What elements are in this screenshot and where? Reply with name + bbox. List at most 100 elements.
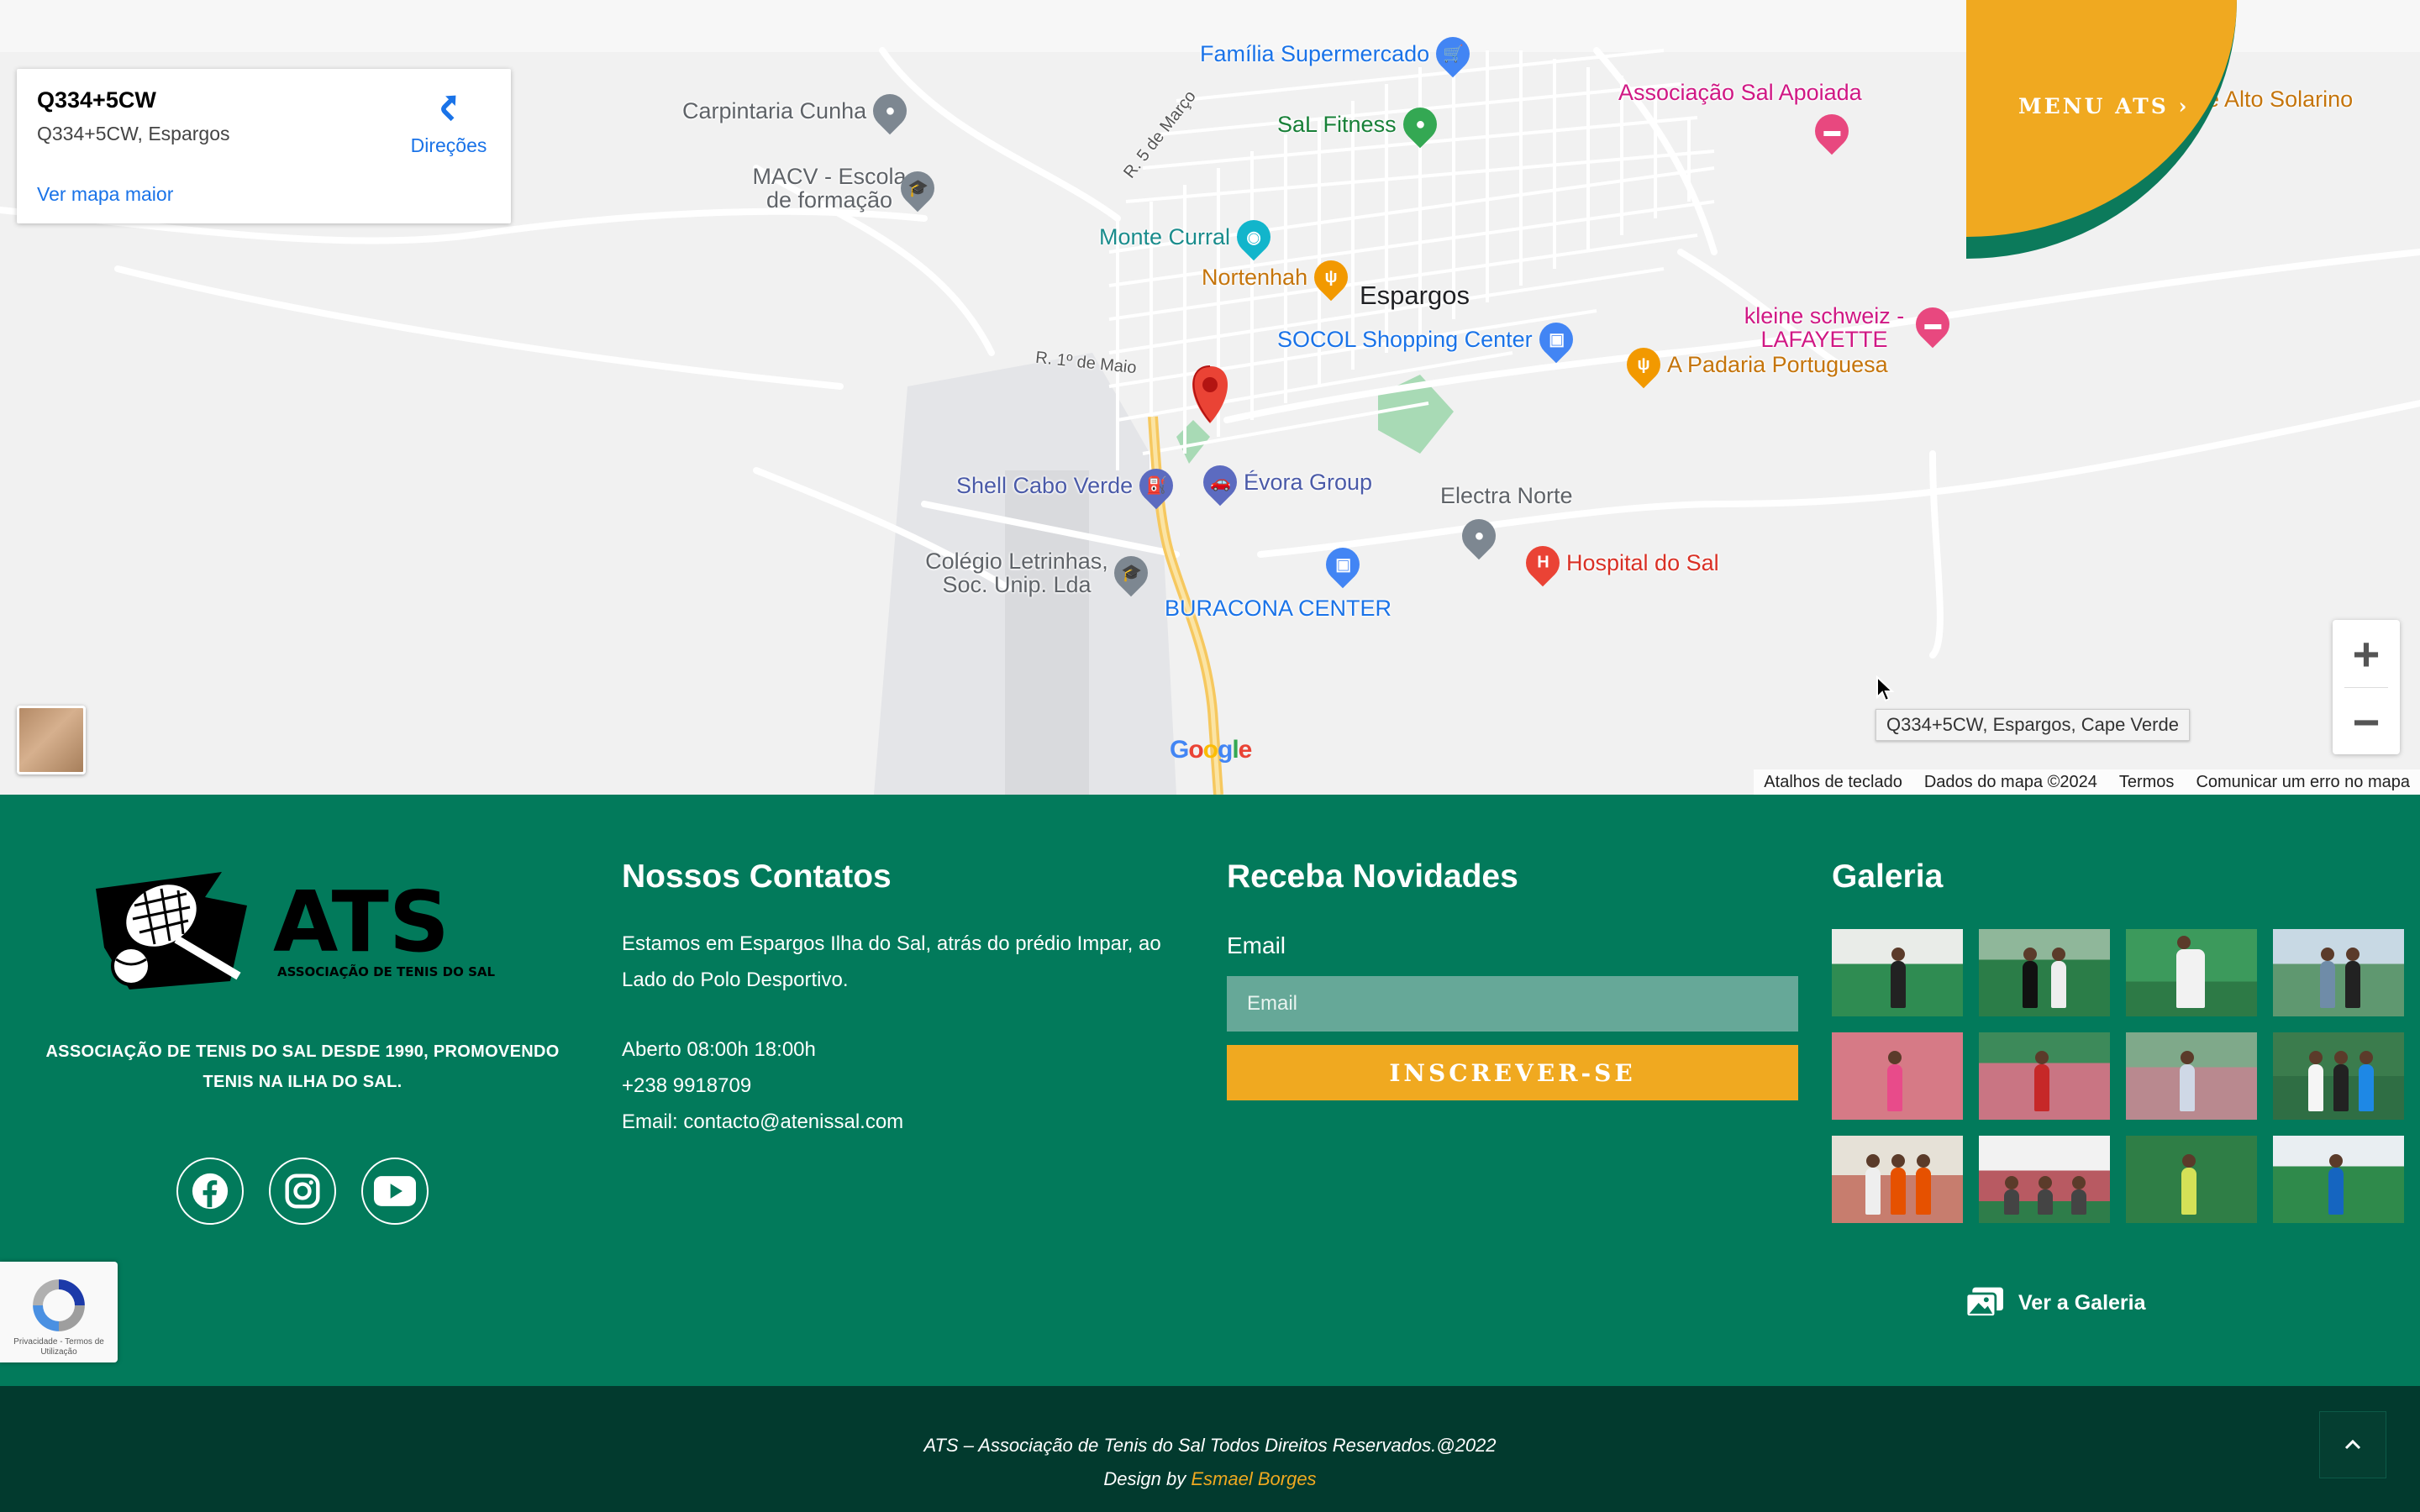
view-gallery-label: Ver a Galeria	[2018, 1290, 2146, 1315]
logo-wordmark: ATS	[273, 873, 450, 971]
footer-tagline: ASSOCIAÇÃO DE TENIS DO SAL DESDE 1990, P…	[45, 1042, 560, 1091]
fitness-icon: ●	[1396, 100, 1444, 149]
map-place-buracona[interactable]: BURACONA CENTER	[1165, 596, 1392, 621]
mouse-cursor-icon	[1876, 675, 1895, 702]
map-place-padaria[interactable]: ψ A Padaria Portuguesa	[1619, 340, 1888, 389]
map-layer-toggle[interactable]	[17, 706, 86, 774]
google-logo: Google	[1170, 736, 1252, 764]
zoom-out-button[interactable]: −	[2333, 688, 2400, 755]
instagram-link[interactable]	[269, 1158, 336, 1225]
restaurant-icon: ψ	[1619, 340, 1668, 389]
map-place-hospital[interactable]: H Hospital do Sal	[1518, 538, 1719, 587]
gallery-title: Galeria	[1832, 858, 1944, 895]
terms-link[interactable]: Termos	[2119, 773, 2175, 792]
directions-button[interactable]: Direções	[400, 87, 497, 157]
menu-badge: MENU ATS ›	[1966, 0, 2237, 259]
view-gallery-link[interactable]: Ver a Galeria	[1966, 1287, 2146, 1319]
copyright-bar: ATS – Associação de Tenis do Sal Todos D…	[0, 1386, 2420, 1512]
youtube-icon	[374, 1176, 416, 1206]
place-title: Q334+5CW	[37, 87, 156, 113]
design-credit: Design by Esmael Borges	[0, 1468, 2420, 1490]
contacts-title: Nossos Contatos	[622, 858, 892, 895]
contact-email[interactable]: Email: contacto@atenissal.com	[622, 1104, 1176, 1140]
map-place-macv[interactable]: MACV - Escola de formação	[739, 165, 919, 213]
hospital-icon: H	[1518, 538, 1567, 587]
shopping-bag-icon: ▣	[1532, 315, 1580, 364]
place-pin-icon: ●	[1455, 512, 1503, 560]
recaptcha-links[interactable]: Privacidade - Termos de Utilização	[3, 1337, 114, 1357]
recaptcha-badge[interactable]: Privacidade - Termos de Utilização	[0, 1262, 118, 1362]
gallery-thumbnail[interactable]	[1832, 1032, 1963, 1120]
gallery-thumbnail[interactable]	[1832, 1136, 1963, 1223]
copyright-text: ATS – Associação de Tenis do Sal Todos D…	[923, 1435, 1497, 1456]
school-icon: 🎓	[1107, 549, 1155, 597]
place-pin-icon: ●	[865, 87, 914, 135]
map-place-carpintaria[interactable]: Carpintaria Cunha ●	[682, 87, 914, 135]
contact-address: Estamos em Espargos Ilha do Sal, atrás d…	[622, 932, 1161, 991]
subscribe-button[interactable]: INSCREVER-SE	[1227, 1045, 1798, 1100]
map-place-shell[interactable]: Shell Cabo Verde ⛽	[956, 461, 1181, 510]
directions-icon	[441, 95, 456, 122]
map-place-nortenhah[interactable]: Nortenhah ψ	[1202, 253, 1355, 302]
social-links	[176, 1158, 429, 1225]
gallery-grid	[1832, 929, 2404, 1223]
shopping-bag-icon: ▣	[1318, 540, 1367, 589]
map-place-sal-fitness[interactable]: SaL Fitness ●	[1277, 100, 1444, 149]
view-larger-map-link[interactable]: Ver mapa maior	[37, 183, 173, 206]
gallery-icon	[1966, 1287, 2003, 1318]
map-place-socol[interactable]: SOCOL Shopping Center ▣	[1277, 315, 1580, 364]
fuel-icon: ⛽	[1132, 461, 1181, 510]
gallery-thumbnail[interactable]	[2126, 1136, 2257, 1223]
map-town-espargos[interactable]: Espargos	[1360, 281, 1470, 310]
map-place-electra[interactable]: Electra Norte	[1440, 484, 1573, 508]
school-icon: 🎓	[893, 164, 942, 213]
restaurant-icon: ψ	[1307, 253, 1355, 302]
report-error-link[interactable]: Comunicar um erro no mapa	[2196, 773, 2410, 792]
menu-ats-button[interactable]: MENU ATS ›	[2018, 94, 2189, 118]
designer-link[interactable]: Esmael Borges	[1191, 1468, 1316, 1489]
keyboard-shortcuts-link[interactable]: Atalhos de teclado	[1764, 773, 1902, 792]
contact-hours: Aberto 08:00h 18:00h	[622, 1038, 816, 1061]
facebook-link[interactable]	[176, 1158, 244, 1225]
facebook-icon	[192, 1173, 229, 1210]
car-icon: 🚗	[1196, 458, 1244, 507]
directions-label: Direções	[410, 134, 487, 156]
gallery-thumbnail[interactable]	[2273, 929, 2404, 1016]
gallery-thumbnail[interactable]	[1832, 929, 1963, 1016]
camera-icon: ◉	[1229, 213, 1278, 261]
map-place-associacao[interactable]: Associação Sal Apoiada	[1618, 81, 1862, 105]
gallery-thumbnail[interactable]	[2273, 1032, 2404, 1120]
hotel-icon: ▬	[1807, 107, 1856, 155]
email-label: Email	[1227, 932, 1286, 958]
ats-logo: ATS ASSOCIAÇÃO DE TENIS DO SAL	[96, 872, 495, 990]
site-footer: ATS ASSOCIAÇÃO DE TENIS DO SAL ASSOCIAÇÃ…	[0, 795, 2420, 1386]
map-place-colegio[interactable]: Colégio Letrinhas, Soc. Unip. Lda	[919, 549, 1114, 597]
newsletter-title: Receba Novidades	[1227, 858, 1518, 895]
shopping-icon: 🛒	[1428, 29, 1477, 78]
gallery-thumbnail[interactable]	[2273, 1136, 2404, 1223]
map-attribution: Atalhos de teclado Dados do mapa ©2024 T…	[1754, 769, 2420, 795]
newsletter-email-input[interactable]	[1227, 976, 1798, 1032]
design-credit-prefix: Design by	[1103, 1468, 1192, 1489]
contact-phone[interactable]: +238 9918709	[622, 1068, 1176, 1104]
gallery-thumbnail[interactable]	[2126, 1032, 2257, 1120]
map-place-monte-curral[interactable]: Monte Curral ◉	[1099, 213, 1278, 261]
chevron-up-icon	[2344, 1439, 2361, 1450]
back-to-top-button[interactable]	[2319, 1411, 2386, 1478]
map-info-card: Q334+5CW Q334+5CW, Espargos Ver mapa mai…	[17, 69, 511, 223]
zoom-in-button[interactable]: +	[2333, 620, 2400, 687]
recaptcha-icon	[33, 1279, 85, 1331]
youtube-link[interactable]	[361, 1158, 429, 1225]
map-place-supermercado[interactable]: Família Supermercado 🛒	[1200, 29, 1477, 78]
instagram-icon	[285, 1173, 320, 1209]
gallery-thumbnail[interactable]	[1979, 1136, 2110, 1223]
gallery-thumbnail[interactable]	[1979, 929, 2110, 1016]
map-place-evora[interactable]: 🚗 Évora Group	[1196, 458, 1372, 507]
gallery-thumbnail[interactable]	[2126, 929, 2257, 1016]
zoom-controls: + −	[2333, 620, 2400, 754]
gallery-thumbnail[interactable]	[1979, 1032, 2110, 1120]
hotel-icon: ▬	[1908, 300, 1957, 349]
contacts-block: Estamos em Espargos Ilha do Sal, atrás d…	[622, 926, 1176, 1140]
menu-badge-bg	[1966, 0, 2237, 237]
map-place-kleine[interactable]: kleine schweiz - LAFAYETTE	[1736, 304, 1912, 352]
